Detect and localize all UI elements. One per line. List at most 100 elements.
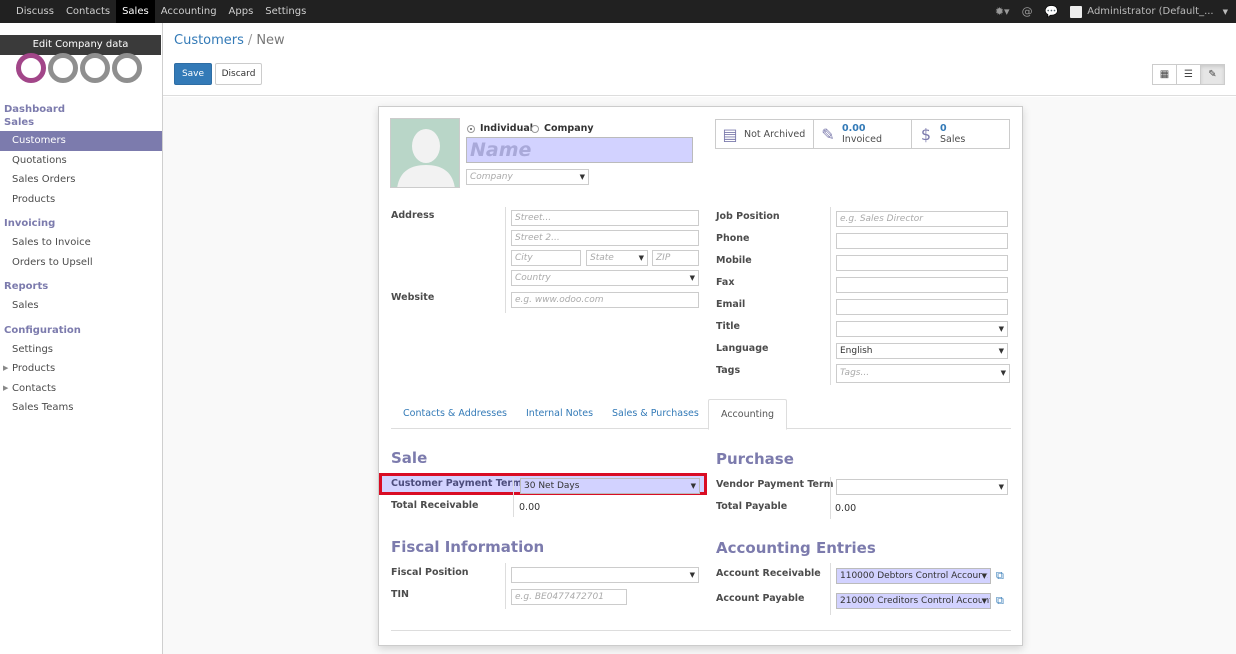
menu-settings[interactable]: Settings bbox=[259, 0, 312, 23]
zip-input[interactable]: ZIP bbox=[652, 250, 699, 266]
logo-ring bbox=[16, 53, 46, 83]
tab-sales-purchases[interactable]: Sales & Purchases bbox=[600, 399, 711, 429]
sidebar-item-label: Products bbox=[12, 363, 56, 374]
caret-down-icon: ▼ bbox=[1000, 369, 1006, 377]
vendor-payment-term-label: Vendor Payment Term bbox=[716, 479, 834, 490]
sidebar-item-orders-to-upsell[interactable]: Orders to Upsell bbox=[0, 253, 162, 273]
job-position-input[interactable]: e.g. Sales Director bbox=[836, 211, 1008, 227]
account-receivable-value: 110000 Debtors Control Account bbox=[840, 571, 988, 581]
menu-apps[interactable]: Apps bbox=[223, 0, 260, 23]
sidebar-item-settings[interactable]: Settings bbox=[0, 340, 162, 360]
street2-input[interactable]: Street 2... bbox=[511, 230, 699, 246]
sidebar-section-configuration[interactable]: Configuration bbox=[0, 324, 162, 337]
company-select[interactable]: Company ▼ bbox=[466, 169, 589, 185]
email-input[interactable] bbox=[836, 299, 1008, 315]
caret-right-icon: ▶ bbox=[3, 383, 9, 392]
sidebar-item-config-products[interactable]: ▶ Products bbox=[0, 359, 162, 379]
chat-icon[interactable]: 💬 bbox=[1045, 5, 1059, 18]
fax-input[interactable] bbox=[836, 277, 1008, 293]
at-icon[interactable]: @ bbox=[1022, 5, 1033, 18]
sidebar-item-sales-teams[interactable]: Sales Teams bbox=[0, 398, 162, 418]
title-select[interactable]: ▼ bbox=[836, 321, 1008, 337]
menu-discuss[interactable]: Discuss bbox=[10, 0, 60, 23]
breadcrumb-customers[interactable]: Customers bbox=[174, 33, 244, 48]
sidebar-section-sales[interactable]: Sales bbox=[0, 116, 162, 129]
sidebar-section-reports[interactable]: Reports bbox=[0, 280, 162, 293]
tab-contacts-addresses[interactable]: Contacts & Addresses bbox=[391, 399, 519, 429]
avatar-image[interactable] bbox=[390, 118, 460, 188]
external-link-icon[interactable]: ⧉ bbox=[996, 595, 1008, 607]
country-select[interactable]: Country ▼ bbox=[511, 270, 699, 286]
state-select[interactable]: State ▼ bbox=[586, 250, 648, 266]
divider bbox=[830, 563, 831, 615]
sidebar: Edit Company data Dashboard Sales Custom… bbox=[0, 23, 163, 654]
form-icon[interactable]: ✎ bbox=[1200, 64, 1225, 85]
sales-label: Sales bbox=[940, 134, 966, 145]
menu-sales[interactable]: Sales bbox=[116, 0, 155, 23]
language-select[interactable]: English ▼ bbox=[836, 343, 1008, 359]
website-input[interactable]: e.g. www.odoo.com bbox=[511, 292, 699, 308]
tab-internal-notes[interactable]: Internal Notes bbox=[514, 399, 605, 429]
total-receivable-value: 0.00 bbox=[519, 502, 541, 513]
sidebar-item-sales-orders[interactable]: Sales Orders bbox=[0, 170, 162, 190]
sidebar-section-invoicing[interactable]: Invoicing bbox=[0, 217, 162, 230]
phone-input[interactable] bbox=[836, 233, 1008, 249]
invoiced-button[interactable]: ✎ 0.00 Invoiced bbox=[813, 119, 912, 149]
dollar-icon: $ bbox=[920, 124, 932, 144]
debug-icon[interactable]: ✹▾ bbox=[995, 5, 1010, 18]
main-area: Customers / New Save Discard ▦ ☰ ✎ Individ… bbox=[163, 23, 1236, 654]
caret-right-icon: ▶ bbox=[3, 364, 9, 372]
control-panel: Customers / New Save Discard ▦ ☰ ✎ bbox=[163, 23, 1236, 96]
address-label: Address bbox=[391, 210, 435, 221]
sidebar-item-customers[interactable]: Customers bbox=[0, 131, 162, 151]
city-input[interactable]: City bbox=[511, 250, 581, 266]
menu-accounting[interactable]: Accounting bbox=[155, 0, 223, 23]
customer-payment-term-select[interactable]: 30 Net Days ▼ bbox=[520, 478, 700, 494]
divider bbox=[505, 207, 506, 313]
sidebar-item-sales-to-invoice[interactable]: Sales to Invoice bbox=[0, 233, 162, 253]
sales-count-button[interactable]: $ 0 Sales bbox=[911, 119, 1010, 149]
radio-company[interactable]: Company bbox=[531, 123, 594, 134]
tin-label: TIN bbox=[391, 589, 409, 600]
discard-button[interactable]: Discard bbox=[215, 63, 262, 85]
divider bbox=[391, 630, 1011, 631]
sidebar-item-contacts[interactable]: ▶ Contacts bbox=[0, 379, 162, 399]
save-button[interactable]: Save bbox=[174, 63, 212, 85]
mobile-input[interactable] bbox=[836, 255, 1008, 271]
fiscal-position-select[interactable]: ▼ bbox=[511, 567, 699, 583]
tab-accounting[interactable]: Accounting bbox=[708, 399, 788, 430]
tin-input[interactable]: e.g. BE0477472701 bbox=[511, 589, 627, 605]
name-input[interactable]: Name bbox=[466, 137, 693, 163]
divider bbox=[830, 207, 831, 385]
caret-down-icon: ▼ bbox=[981, 594, 987, 608]
sidebar-item-report-sales[interactable]: Sales bbox=[0, 296, 162, 316]
form-sheet: Individual Company Name Company ▼ ▤ Not A… bbox=[378, 106, 1023, 646]
kanban-icon[interactable]: ▦ bbox=[1152, 64, 1177, 85]
language-label: Language bbox=[716, 343, 769, 354]
menu-contacts[interactable]: Contacts bbox=[60, 0, 116, 23]
edit-company-button[interactable]: Edit Company data bbox=[0, 35, 161, 55]
sidebar-item-products[interactable]: Products bbox=[0, 190, 162, 210]
form-view: Individual Company Name Company ▼ ▤ Not A… bbox=[163, 97, 1236, 654]
tags-placeholder: Tags... bbox=[840, 368, 870, 378]
vendor-payment-term-select[interactable]: ▼ bbox=[836, 479, 1008, 495]
invoiced-label: Invoiced bbox=[842, 134, 882, 145]
sidebar-section-dashboard[interactable]: Dashboard bbox=[0, 103, 162, 116]
radio-company-label: Company bbox=[544, 123, 594, 134]
sidebar-nav: Dashboard Sales Customers Quotations Sal… bbox=[0, 103, 162, 418]
radio-individual[interactable]: Individual bbox=[467, 123, 533, 134]
company-placeholder: Company bbox=[470, 172, 513, 182]
user-menu[interactable]: Administrator (Default_... ▼ bbox=[1070, 5, 1228, 18]
account-receivable-select[interactable]: 110000 Debtors Control Account ▼ bbox=[836, 568, 991, 584]
list-icon[interactable]: ☰ bbox=[1176, 64, 1201, 85]
external-link-icon[interactable]: ⧉ bbox=[996, 570, 1008, 582]
street-input[interactable]: Street... bbox=[511, 210, 699, 226]
radio-checked-icon bbox=[467, 124, 475, 133]
account-receivable-label: Account Receivable bbox=[716, 568, 821, 579]
title-label: Title bbox=[716, 321, 740, 332]
main-menu: Discuss Contacts Sales Accounting Apps S… bbox=[10, 0, 312, 23]
sidebar-item-quotations[interactable]: Quotations bbox=[0, 151, 162, 171]
account-payable-select[interactable]: 210000 Creditors Control Account ▼ bbox=[836, 593, 991, 609]
archive-toggle-button[interactable]: ▤ Not Archived bbox=[715, 119, 814, 149]
tags-select[interactable]: Tags... ▼ bbox=[836, 364, 1010, 383]
